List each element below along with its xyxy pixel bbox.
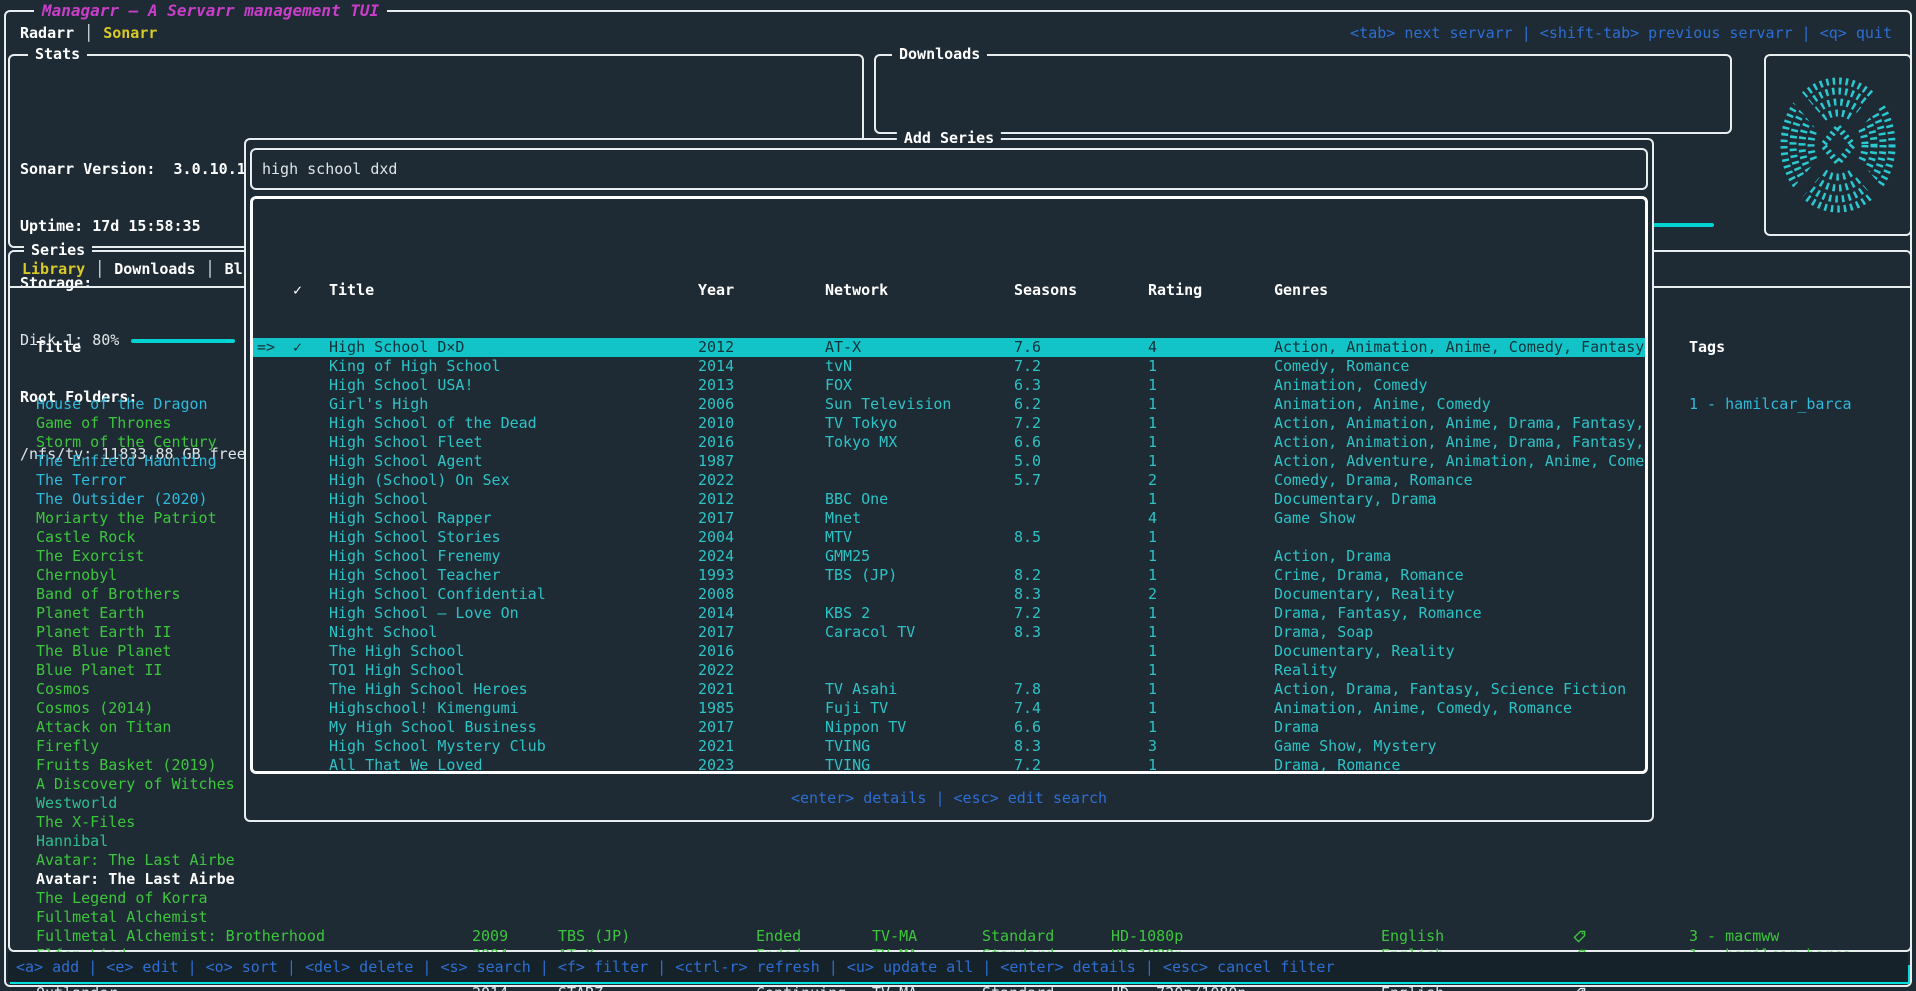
- add-series-result-row[interactable]: My High School Business2017Nippon TV6.61…: [253, 718, 1645, 737]
- managarr-logo-box: [1764, 54, 1912, 236]
- add-series-title: Add Series: [897, 129, 1001, 147]
- tab-sonarr[interactable]: Sonarr: [103, 24, 157, 42]
- add-series-result-row[interactable]: High School Stories2004MTV8.51: [253, 528, 1645, 547]
- results-header-check: ✓: [287, 281, 329, 300]
- series-row[interactable]: Avatar: The Last Airbe: [10, 851, 1910, 870]
- add-series-search-box: [250, 148, 1648, 190]
- add-series-result-row[interactable]: High School Agent19875.01Action, Adventu…: [253, 452, 1645, 471]
- results-header: ✓ Title Year Network Seasons Rating Genr…: [253, 281, 1645, 300]
- add-series-keybind-hints: <enter> details | <esc> edit search: [246, 789, 1652, 807]
- tab-separator: │: [74, 24, 103, 42]
- tab-downloads[interactable]: Downloads: [114, 260, 195, 278]
- add-series-result-row[interactable]: Highschool! Kimengumi1985Fuji TV7.41Anim…: [253, 699, 1645, 718]
- add-series-result-row[interactable]: High School Confidential20088.32Document…: [253, 585, 1645, 604]
- series-tabbar: Library│Downloads│Bl: [22, 259, 243, 279]
- add-series-result-row[interactable]: High School Frenemy2024GMM251Action, Dra…: [253, 547, 1645, 566]
- results-header-rating: Rating: [1148, 281, 1274, 300]
- stats-panel-title: Stats: [28, 45, 87, 63]
- series-row[interactable]: Outlander2014STARZContinuingTV-MAStandar…: [10, 984, 1910, 991]
- series-panel-title: Series: [24, 241, 92, 259]
- results-header-network: Network: [825, 281, 1014, 300]
- series-tab-separator: │: [85, 260, 114, 278]
- add-series-popup: Add Series ✓ Title Year Network Seasons …: [244, 138, 1654, 822]
- downloads-panel-title: Downloads: [892, 45, 987, 63]
- series-row[interactable]: The Legend of Korra: [10, 889, 1910, 908]
- results-header-year: Year: [698, 281, 825, 300]
- series-row[interactable]: Fullmetal Alchemist: [10, 908, 1910, 927]
- tab-library[interactable]: Library: [22, 260, 85, 278]
- add-series-result-row[interactable]: =>✓High School D×D2012AT-X7.64Action, An…: [253, 338, 1645, 357]
- results-header-title: Title: [329, 281, 698, 300]
- add-series-result-row[interactable]: High School of the Dead2010TV Tokyo7.21A…: [253, 414, 1645, 433]
- add-series-result-row[interactable]: High School – Love On2014KBS 27.21Drama,…: [253, 604, 1645, 623]
- add-series-result-row[interactable]: High School Fleet2016Tokyo MX6.61Action,…: [253, 433, 1645, 452]
- servarr-tabbar: Radarr│Sonarr: [20, 23, 157, 43]
- managarr-terminal: Managarr – A Servarr management TUI Rada…: [0, 0, 1916, 991]
- series-row[interactable]: Avatar: The Last Airbe: [10, 870, 1910, 889]
- add-series-result-row[interactable]: High School Rapper2017Mnet4Game Show: [253, 509, 1645, 528]
- bottom-keybind-bar: <a> add | <e> edit | <o> sort | <del> de…: [8, 952, 1908, 982]
- add-series-result-row[interactable]: TO1 High School20221Reality: [253, 661, 1645, 680]
- add-series-result-row[interactable]: Girl's High2006Sun Television6.21Animati…: [253, 395, 1645, 414]
- tab-radarr[interactable]: Radarr: [20, 24, 74, 42]
- top-keybind-hints: <tab> next servarr | <shift-tab> previou…: [1350, 23, 1892, 43]
- add-series-result-row[interactable]: All That We Loved2023TVING7.21Drama, Rom…: [253, 756, 1645, 774]
- downloads-panel: Downloads American.Dad.S20E07.1080p.WEBR…: [874, 54, 1732, 134]
- results-header-seasons: Seasons: [1014, 281, 1148, 300]
- add-series-results-box: ✓ Title Year Network Seasons Rating Genr…: [250, 196, 1648, 774]
- add-series-result-row[interactable]: High School Mystery Club2021TVING8.33Gam…: [253, 737, 1645, 756]
- add-series-result-row[interactable]: High (School) On Sex20225.72Comedy, Dram…: [253, 471, 1645, 490]
- add-series-result-row[interactable]: The High School Heroes2021TV Asahi7.81Ac…: [253, 680, 1645, 699]
- series-tab-separator: │: [196, 260, 225, 278]
- series-row[interactable]: Hannibal: [10, 832, 1910, 851]
- add-series-result-row[interactable]: High School2012BBC One1Documentary, Dram…: [253, 490, 1645, 509]
- tag-icon: [1573, 930, 1586, 943]
- results-rows: =>✓High School D×D2012AT-X7.64Action, An…: [253, 338, 1645, 774]
- add-series-result-row[interactable]: High School Teacher1993TBS (JP)8.21Crime…: [253, 566, 1645, 585]
- add-series-result-row[interactable]: Night School2017Caracol TV8.31Drama, Soa…: [253, 623, 1645, 642]
- add-series-result-row[interactable]: High School USA!2013FOX6.31Animation, Co…: [253, 376, 1645, 395]
- managarr-logo-icon: [1775, 67, 1901, 223]
- tab-blocklist[interactable]: Bl: [225, 260, 243, 278]
- tag-icon: [1573, 987, 1586, 991]
- add-series-result-row[interactable]: King of High School2014tvN7.21Comedy, Ro…: [253, 357, 1645, 376]
- series-row[interactable]: Fullmetal Alchemist: Brotherhood2009TBS …: [10, 927, 1910, 946]
- add-series-search-input[interactable]: [252, 150, 1646, 188]
- app-title: Managarr – A Servarr management TUI: [34, 1, 387, 20]
- add-series-result-row[interactable]: The High School20161Documentary, Reality: [253, 642, 1645, 661]
- series-header-tags: Tags: [1689, 338, 1725, 357]
- results-header-genres: Genres: [1274, 281, 1328, 300]
